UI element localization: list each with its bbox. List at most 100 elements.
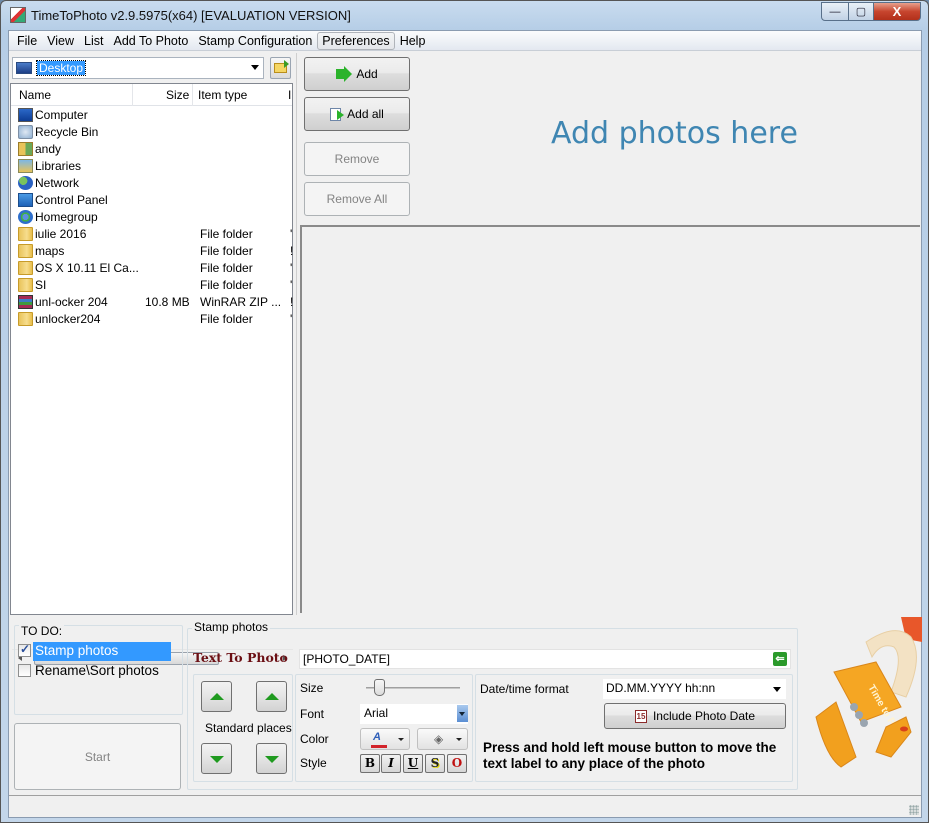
rename-sort-label[interactable]: Rename\Sort photos (35, 663, 159, 678)
file-list-row[interactable]: OS X 10.11 El Ca... File folder ' (11, 260, 292, 277)
menu-add-to-photo[interactable]: Add To Photo (108, 32, 193, 50)
panel-splitter[interactable] (296, 53, 299, 615)
menu-stamp-configuration[interactable]: Stamp Configuration (193, 32, 317, 50)
network-icon (18, 176, 33, 190)
add-button[interactable]: Add (304, 57, 410, 91)
color-label: Color (300, 732, 329, 746)
menu-list[interactable]: List (79, 32, 108, 50)
arrow-up-icon (265, 693, 279, 700)
outline-button[interactable]: O (447, 754, 467, 773)
minimize-button[interactable]: — (821, 2, 849, 21)
column-extra[interactable]: I (288, 88, 291, 102)
file-list-row[interactable]: unlocker204 File folder ' (11, 311, 292, 328)
rename-sort-checkbox[interactable] (18, 664, 31, 677)
parent-folder-button[interactable] (270, 57, 291, 79)
text-to-photo-input[interactable]: [PHOTO_DATE] ⇐ (299, 649, 791, 669)
column-size[interactable]: Size (166, 88, 189, 102)
folder-icon (18, 244, 33, 258)
datetime-format-dropdown[interactable]: DD.MM.YYYY hh:nn (603, 679, 786, 699)
column-item-type[interactable]: Item type (198, 88, 247, 102)
close-icon: X (892, 4, 902, 19)
file-name: iulie 2016 (35, 227, 87, 241)
apply-arrow-icon[interactable]: ⇐ (773, 652, 787, 666)
libraries-icon (18, 159, 33, 173)
file-name: Control Panel (35, 193, 108, 207)
standard-places-label: Standard places (205, 721, 292, 735)
desktop-icon (16, 62, 32, 74)
resize-grip[interactable] (909, 805, 919, 815)
menu-preferences[interactable]: Preferences (317, 31, 395, 50)
file-list-row[interactable]: Computer (11, 107, 292, 124)
remove-button[interactable]: Remove (304, 142, 410, 176)
time-to-photo-logo: Time to Photo (815, 617, 922, 768)
file-name: unlocker204 (35, 312, 101, 326)
logo-grip (875, 716, 912, 758)
add-all-button[interactable]: Add all (304, 97, 410, 131)
location-dropdown[interactable]: Desktop (12, 57, 264, 79)
stamp-photos-title: Stamp photos (192, 620, 271, 634)
file-type: File folder (200, 261, 253, 275)
file-extra: ! (290, 244, 294, 258)
stamp-photos-label[interactable]: Stamp photos (33, 642, 171, 661)
chevron-down-icon (456, 738, 462, 741)
font-dropdown[interactable]: Arial (360, 704, 468, 724)
file-list-row[interactable]: SI File folder ' (11, 277, 292, 294)
todo-group: TO DO: Stamp photos Rename\Sort photos (14, 624, 183, 715)
menu-bar: File View List Add To Photo Stamp Config… (9, 31, 921, 51)
chevron-down-icon (457, 705, 468, 722)
size-slider-thumb[interactable] (374, 679, 385, 696)
file-list-row[interactable]: iulie 2016 File folder ' (11, 226, 292, 243)
move-label-hint: Press and hold left mouse button to move… (483, 740, 777, 771)
column-name[interactable]: Name (19, 88, 51, 102)
bold-button[interactable]: B (360, 754, 380, 773)
background-color-button[interactable]: ◈ (417, 728, 468, 750)
place-top-left-button[interactable] (201, 681, 232, 712)
remove-all-button[interactable]: Remove All (304, 182, 410, 216)
file-name: unl-ocker 204 (35, 295, 108, 309)
menu-file[interactable]: File (12, 32, 42, 50)
shadow-button[interactable]: S (425, 754, 445, 773)
stamp-photos-checkbox[interactable] (18, 642, 31, 657)
file-name: Recycle Bin (35, 125, 99, 139)
place-bottom-left-button[interactable] (201, 743, 232, 774)
size-label: Size (300, 681, 324, 695)
file-extra: ! (290, 295, 294, 309)
add-photos-placeholder: Add photos here (551, 116, 798, 151)
font-color-icon: A (371, 731, 387, 748)
chevron-down-icon (398, 738, 404, 741)
file-list-row[interactable]: Homegroup (11, 209, 292, 226)
close-button[interactable]: X (873, 2, 921, 21)
file-list-row[interactable]: Recycle Bin (11, 124, 292, 141)
file-type: File folder (200, 244, 253, 258)
photo-drop-area[interactable] (300, 225, 920, 613)
column-divider[interactable] (132, 84, 133, 106)
file-list[interactable]: Name Size Item type I Computer Recycle B… (10, 83, 294, 666)
winrar-archive-icon (18, 295, 33, 309)
folder-icon (18, 261, 33, 275)
maximize-button[interactable]: ▢ (848, 2, 874, 21)
folder-up-icon (274, 60, 289, 73)
underline-button[interactable]: U (403, 754, 423, 773)
logo-handle (815, 701, 857, 768)
file-extra: ' (290, 227, 293, 241)
logo-gear (860, 719, 868, 727)
menu-help[interactable]: Help (395, 32, 431, 50)
place-bottom-right-button[interactable] (256, 743, 287, 774)
font-color-button[interactable]: A (360, 728, 410, 750)
file-list-row[interactable]: maps File folder ! (11, 243, 294, 260)
start-button[interactable]: Start (14, 723, 181, 790)
logo-button (900, 726, 908, 732)
place-top-right-button[interactable] (256, 681, 287, 712)
file-type: WinRAR ZIP ... (200, 295, 282, 309)
file-list-row[interactable]: Libraries (11, 158, 292, 175)
status-bar (9, 795, 921, 817)
file-list-row[interactable]: Network (11, 175, 292, 192)
file-list-row[interactable]: Control Panel (11, 192, 292, 209)
file-list-row[interactable]: andy (11, 141, 292, 158)
file-list-row[interactable]: unl-ocker 204 10.8 MB WinRAR ZIP ... ! (11, 294, 294, 311)
file-name: Network (35, 176, 80, 190)
include-photo-date-button[interactable]: 15 Include Photo Date (604, 703, 786, 729)
column-divider[interactable] (192, 84, 193, 106)
menu-view[interactable]: View (42, 32, 79, 50)
italic-button[interactable]: I (381, 754, 401, 773)
